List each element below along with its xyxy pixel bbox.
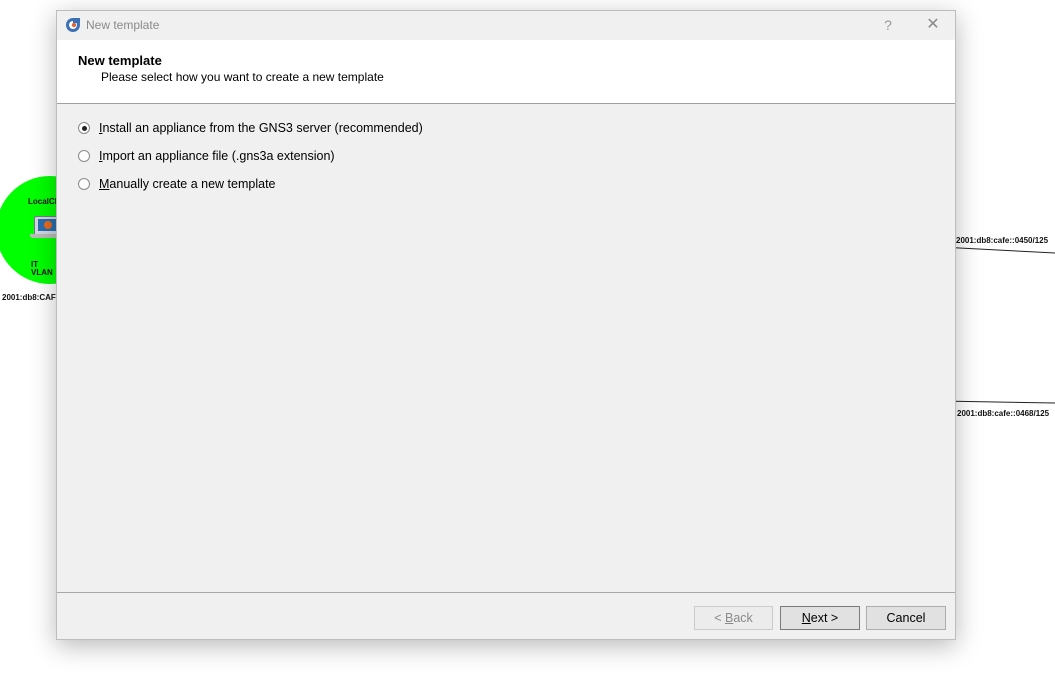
radio-import-file[interactable] (78, 150, 90, 162)
radio-manual-create[interactable] (78, 178, 90, 190)
link-label-bottom: 2001:db8:cafe::0468/125 (957, 409, 1050, 418)
new-template-dialog: New template ? ✕ New template Please sel… (56, 10, 956, 640)
option-import-label: Import an appliance file (.gns3a extensi… (99, 149, 335, 163)
page-subtitle: Please select how you want to create a n… (101, 70, 384, 84)
cancel-button[interactable]: Cancel (866, 606, 946, 630)
page-title: New template (78, 53, 162, 68)
footer-divider (57, 592, 955, 593)
close-icon[interactable]: ✕ (921, 14, 945, 36)
next-button[interactable]: Next > (780, 606, 860, 630)
link-label-top: 2001:db8:cafe::0450/125 (956, 236, 1049, 245)
option-install-label: Install an appliance from the GNS3 serve… (99, 121, 423, 135)
gns3-app-icon (66, 18, 80, 32)
radio-install-from-server[interactable] (78, 122, 90, 134)
dialog-title: New template (86, 18, 160, 32)
back-button[interactable]: < Back (694, 606, 773, 630)
help-button[interactable]: ? (877, 14, 899, 36)
dialog-titlebar[interactable]: New template ? ✕ (57, 11, 955, 40)
wizard-header: New template Please select how you want … (57, 40, 955, 104)
option-manual-label: Manually create a new template (99, 177, 276, 191)
